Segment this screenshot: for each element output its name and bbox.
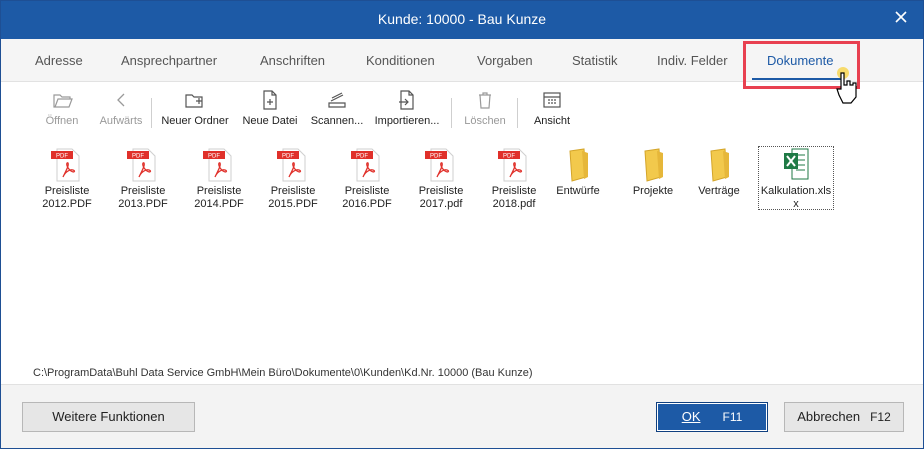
hand-cursor-icon [836,67,857,104]
scan-button[interactable]: Scannen... [309,89,365,133]
file-item[interactable]: PDF Preisliste 2012.PDF [29,147,105,211]
tab-konditionen[interactable]: Konditionen [366,53,435,68]
up-button[interactable]: Aufwärts [95,89,147,133]
folder-item[interactable]: Projekte [615,147,691,198]
svg-text:PDF: PDF [208,154,220,160]
svg-text:PDF: PDF [132,154,144,160]
trash-icon [479,92,491,109]
arrow-left-icon [117,93,125,107]
file-item[interactable]: PDF Preisliste 2015.PDF [255,147,331,211]
open-folder-icon [53,94,73,108]
scanner-icon [328,92,346,108]
tab-ansprechpartner[interactable]: Ansprechpartner [121,53,217,68]
folder-icon [644,148,663,182]
import-button[interactable]: Importieren... [371,89,443,133]
file-item-selected[interactable]: Kalkulation.xlsx [758,146,834,210]
folder-icon [569,148,588,182]
toolbar-divider [151,98,152,128]
toolbar-divider [451,98,452,128]
pdf-icon: PDF [51,148,80,182]
file-item[interactable]: PDF Preisliste 2017.pdf [403,147,479,211]
pdf-icon: PDF [277,148,306,182]
pdf-icon: PDF [127,148,156,182]
title-bar: Kunde: 10000 - Bau Kunze [1,1,923,39]
delete-button[interactable]: Löschen [461,89,509,133]
excel-icon [784,148,809,180]
folder-icon [710,148,729,182]
open-button[interactable]: Öffnen [41,89,83,133]
folder-item[interactable]: Verträge [681,147,757,198]
pdf-icon: PDF [351,148,380,182]
svg-text:PDF: PDF [56,154,68,160]
view-button[interactable]: Ansicht [529,89,575,133]
svg-text:PDF: PDF [282,154,294,160]
close-icon[interactable] [893,9,909,25]
tab-indiv-felder[interactable]: Indiv. Felder [657,53,728,68]
window-title: Kunde: 10000 - Bau Kunze [377,11,547,27]
pdf-icon: PDF [425,148,454,182]
svg-text:PDF: PDF [356,154,368,160]
tab-statistik[interactable]: Statistik [572,53,618,68]
new-file-icon [263,90,277,110]
toolbar-divider [517,98,518,128]
pdf-icon: PDF [203,148,232,182]
folder-item[interactable]: Entwürfe [540,147,616,198]
file-item[interactable]: PDF Preisliste 2013.PDF [105,147,181,211]
new-folder-icon [185,94,203,108]
cancel-button[interactable]: Abbrechen F12 [784,402,904,432]
import-icon [399,90,414,110]
new-file-button[interactable]: Neue Datei [241,89,299,133]
tab-vorgaben[interactable]: Vorgaben [477,53,533,68]
tab-adresse[interactable]: Adresse [35,53,83,68]
pdf-icon: PDF [498,148,527,182]
file-item[interactable]: PDF Preisliste 2016.PDF [329,147,405,211]
svg-text:PDF: PDF [503,154,515,160]
svg-text:PDF: PDF [430,154,442,160]
tab-anschriften[interactable]: Anschriften [260,53,325,68]
customer-dialog: Kunde: 10000 - Bau Kunze Adresse Ansprec… [0,0,924,449]
dialog-footer: Weitere Funktionen OK F11 Abbrechen F12 [1,384,923,448]
view-grid-icon [543,92,561,108]
more-functions-button[interactable]: Weitere Funktionen [22,402,195,432]
file-item[interactable]: PDF Preisliste 2014.PDF [181,147,257,211]
new-folder-button[interactable]: Neuer Ordner [159,89,231,133]
ok-button[interactable]: OK F11 [656,402,768,432]
folder-path: C:\ProgramData\Buhl Data Service GmbH\Me… [33,367,533,379]
